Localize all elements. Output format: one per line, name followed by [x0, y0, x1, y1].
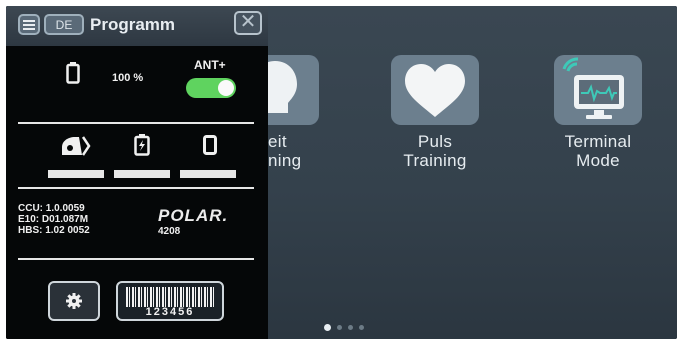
page-dot-1[interactable] — [324, 324, 331, 331]
battery-charging-icon — [134, 134, 150, 156]
tile-terminal-mode[interactable] — [554, 55, 642, 125]
close-x-icon: ✕ — [239, 11, 257, 33]
barcode-number: 123456 — [145, 306, 195, 318]
divider — [18, 187, 254, 189]
tile-puls-training-label[interactable]: Puls Training — [386, 132, 484, 170]
divider — [18, 122, 254, 124]
polar-id: 4208 — [158, 226, 181, 237]
bike-connection-bar — [48, 170, 104, 178]
hbs-version: HBS: 1.02 0052 — [18, 225, 90, 236]
battery-connection-bar — [114, 170, 170, 178]
bike-device-icon — [62, 136, 91, 156]
tile-terminal-mode-label[interactable]: Terminal Mode — [544, 132, 652, 170]
side-panel: DE Programm ✕ 100 % ANT+ CCU: 1.0.0059 E… — [6, 6, 268, 339]
tablet-icon — [203, 135, 217, 155]
terminal-monitor-icon — [562, 57, 624, 119]
close-button[interactable]: ✕ — [234, 11, 262, 35]
device-screen: eit ning Puls Training Terminal Mode DE … — [6, 6, 677, 339]
tablet-connection-bar — [180, 170, 236, 178]
polar-logo: POLAR. — [158, 206, 229, 225]
battery-icon — [66, 62, 80, 84]
language-label: DE — [55, 17, 73, 32]
barcode-icon — [126, 287, 214, 307]
divider — [18, 258, 254, 260]
ant-toggle[interactable] — [186, 78, 236, 98]
ccu-version: CCU: 1.0.0059 — [18, 203, 85, 214]
language-button[interactable]: DE — [44, 14, 84, 35]
tile-puls-training[interactable] — [391, 55, 479, 125]
panel-header: DE Programm ✕ — [6, 6, 268, 46]
panel-title: Programm — [90, 15, 176, 34]
battery-level: 100 % — [112, 72, 144, 84]
page-dot-2[interactable] — [337, 325, 342, 330]
page-dot-3[interactable] — [348, 325, 353, 330]
barcode-button[interactable]: 123456 — [116, 281, 224, 321]
page-indicator — [324, 324, 364, 331]
toggle-knob — [218, 80, 234, 96]
hamburger-icon — [23, 19, 35, 30]
e10-version: E10: D01.087M — [18, 214, 89, 225]
gear-icon — [66, 293, 82, 309]
settings-button[interactable] — [48, 281, 100, 321]
menu-button[interactable] — [18, 14, 40, 35]
heart-icon — [405, 64, 465, 117]
tile-zeit-training-label[interactable]: eit ning — [268, 132, 308, 170]
ant-label: ANT+ — [194, 58, 226, 72]
page-dot-4[interactable] — [359, 325, 364, 330]
